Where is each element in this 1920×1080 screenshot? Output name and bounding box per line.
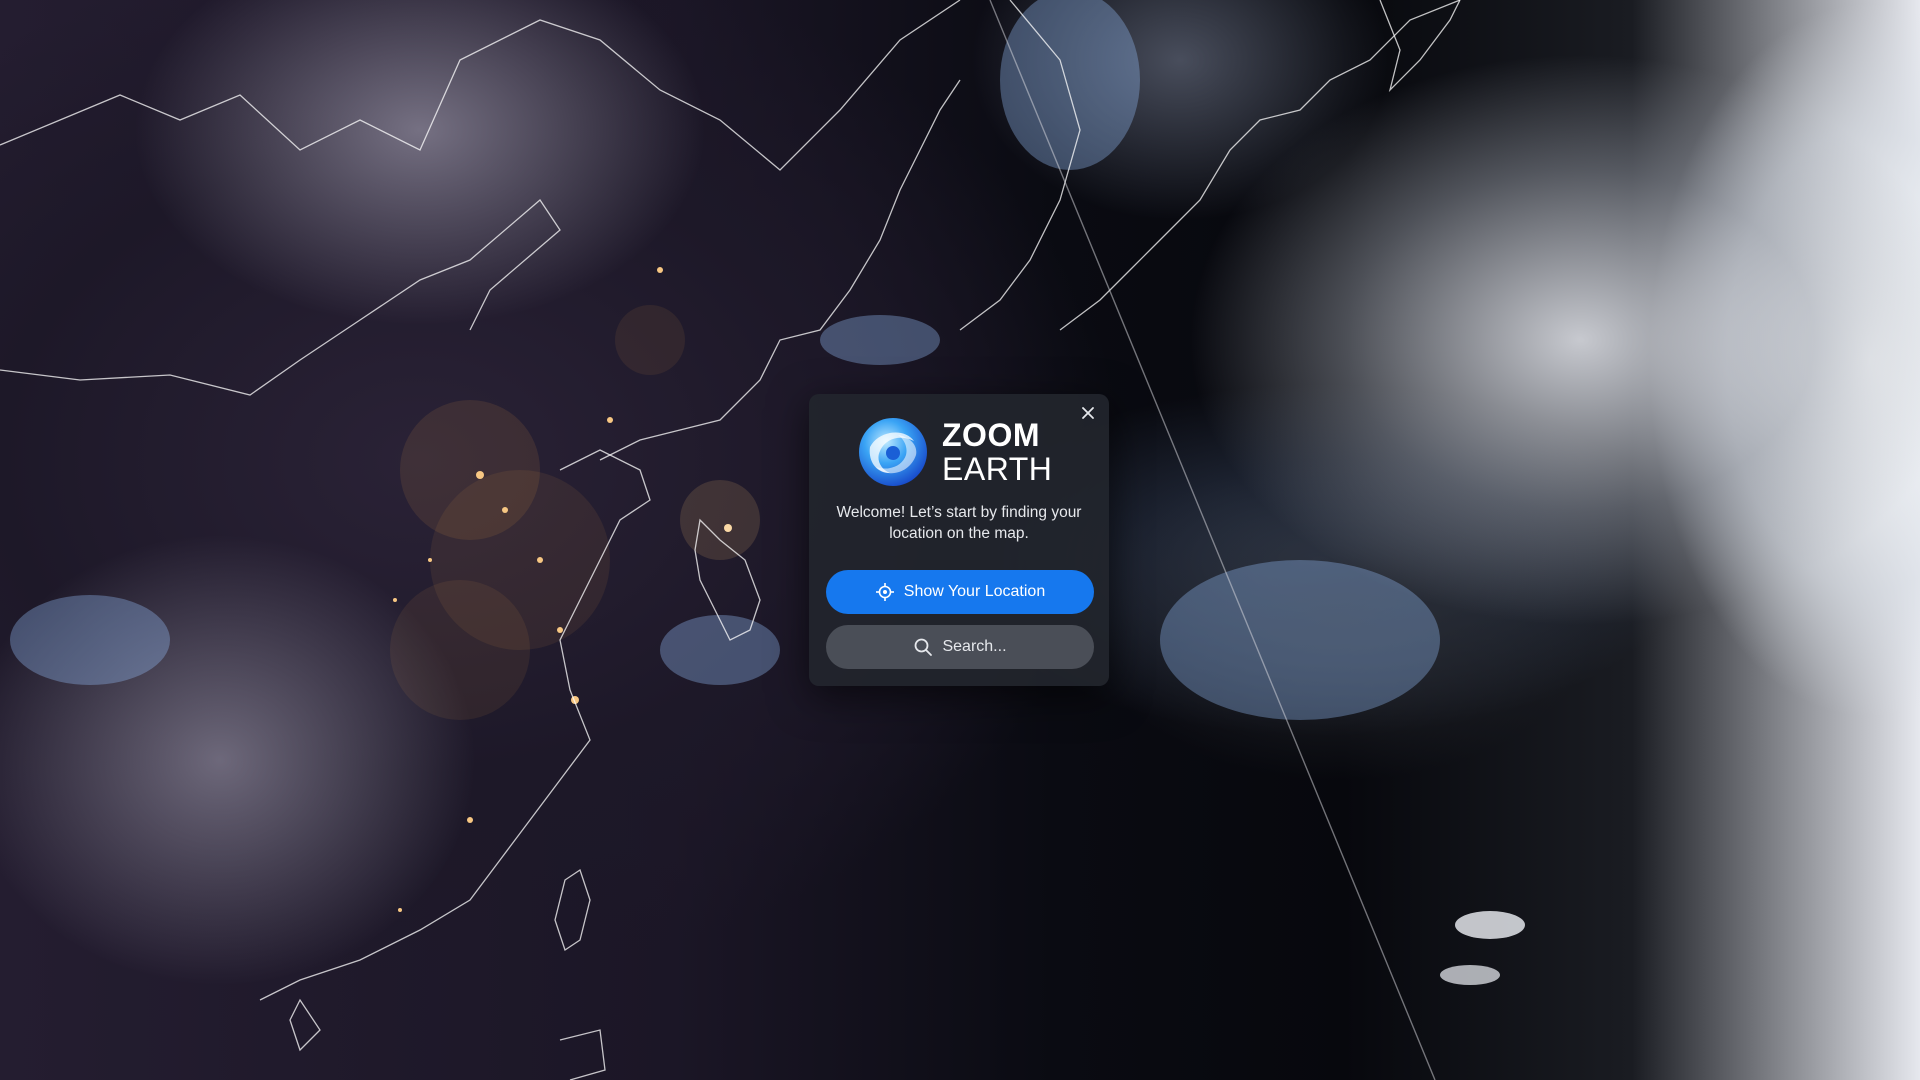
search-button[interactable]: Search... xyxy=(826,625,1094,669)
cloud-layer xyxy=(10,0,1525,985)
show-location-label: Show Your Location xyxy=(903,583,1046,600)
close-icon xyxy=(1082,407,1094,419)
show-location-button[interactable]: Show Your Location xyxy=(826,570,1094,614)
search-icon xyxy=(915,638,933,656)
close-button[interactable] xyxy=(1077,402,1099,424)
search-label: Search... xyxy=(942,638,1007,655)
welcome-message: Welcome! Let’s start by finding your loc… xyxy=(836,504,1082,542)
zoom-earth-logo: ZOOM EARTH xyxy=(858,417,1052,487)
welcome-dialog: ZOOM EARTH Welcome! Let’s start by findi… xyxy=(809,394,1109,686)
logo-word-zoom: ZOOM xyxy=(942,417,1040,453)
logo-word-earth: EARTH xyxy=(942,451,1053,487)
zoom-earth-globe-icon xyxy=(859,418,927,486)
crosshair-location-icon xyxy=(875,583,894,601)
